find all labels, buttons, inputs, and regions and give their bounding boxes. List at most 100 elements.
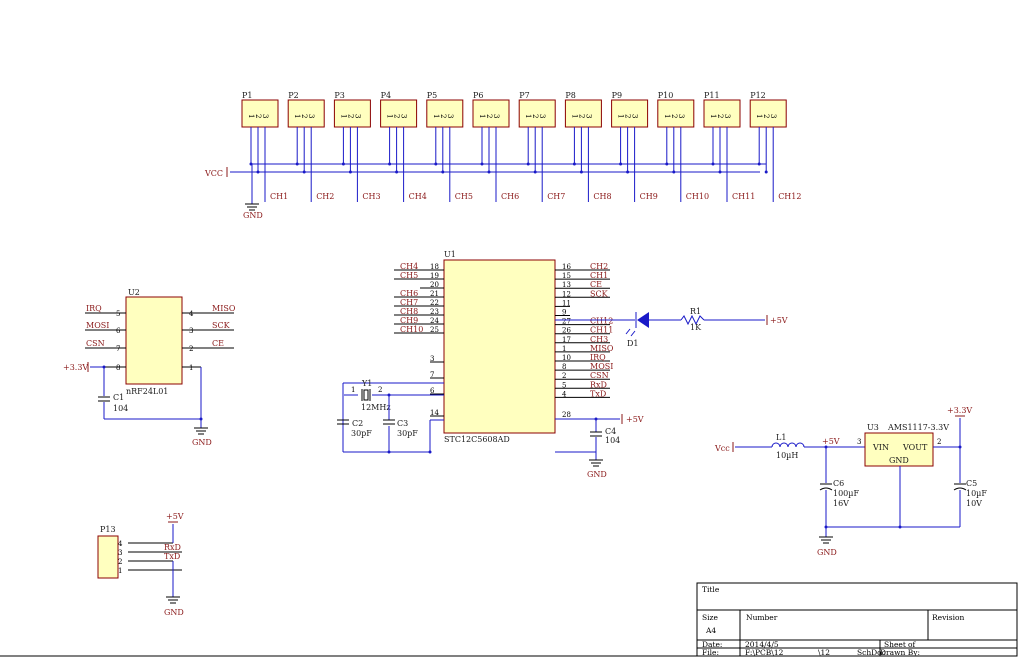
u1-left-net: CH5	[400, 271, 418, 280]
c2-value: 30pF	[351, 429, 372, 438]
c1-value: 104	[113, 404, 128, 413]
u1-right-pin-num: 11	[562, 299, 571, 307]
u1-right-pin-num: 13	[562, 281, 571, 289]
connector-pin-num: 1	[293, 114, 301, 118]
u1-right-net: MISO	[590, 344, 614, 353]
r1-value: 1K	[690, 323, 702, 332]
l1-value: 10µH	[776, 451, 798, 460]
c3-symbol	[383, 419, 395, 425]
c4-ref: C4	[605, 427, 616, 436]
u2-left-net: CSN	[86, 339, 105, 348]
u1-left-pin-num: 18	[430, 263, 439, 271]
c6-ref: C6	[833, 479, 844, 488]
d1-ref: D1	[627, 339, 639, 348]
junction	[824, 445, 828, 449]
connector-pin-num: 3	[492, 114, 500, 118]
u1-left-net: CH6	[400, 289, 418, 298]
c4-value: 104	[605, 436, 620, 445]
u2-left-net: MOSI	[86, 321, 109, 330]
u3-pin-out: 2	[937, 438, 941, 446]
junction	[764, 170, 768, 174]
gnd-label-u2: GND	[192, 438, 212, 447]
connector-row: P11 2 3CH1P21 2 3CH2P31 2 3CH3P41 2 3CH4P51 2 3CH5…	[241, 91, 801, 202]
junction	[387, 450, 391, 454]
u3-gnd: GND	[889, 456, 909, 465]
connector-pin-num: 3	[769, 114, 777, 118]
p13-body	[97, 535, 119, 579]
connector-ref: P4	[381, 91, 391, 100]
p13-pin-num: 1	[118, 567, 122, 575]
u1-right-net: CH3	[590, 335, 608, 344]
u1-body	[443, 259, 556, 434]
u1-right-net: CH12	[590, 317, 613, 326]
tb-file-label: File:	[702, 648, 719, 657]
connector-channel-label: CH5	[455, 192, 473, 201]
connector-channel-label: CH9	[640, 192, 658, 201]
connector-pin-num: 1	[755, 114, 763, 118]
r1-ref: R1	[690, 307, 701, 316]
junction	[102, 365, 106, 369]
u2-left-pin-num: 5	[116, 310, 120, 318]
connector-pin-num: 1	[247, 114, 255, 118]
u3-pin-in: 3	[857, 438, 861, 446]
gnd-symbol	[819, 536, 833, 544]
u1-right-net: CH1	[590, 271, 608, 280]
u3-vout: VOUT	[902, 443, 928, 452]
l1-ref: L1	[776, 433, 786, 442]
connector-channel-label: CH2	[316, 192, 334, 201]
gnd-label-p13: GND	[164, 608, 184, 617]
connector-channel-label: CH10	[686, 192, 709, 201]
u3-vin: VIN	[872, 443, 889, 452]
connector-ref: P8	[565, 91, 575, 100]
u1-right-pin-num: 27	[562, 318, 571, 326]
u2-right-pin-num: 1	[189, 364, 193, 372]
connector-pin-num: 2	[485, 114, 493, 118]
c1-ref: C1	[113, 393, 124, 402]
tb-size: A4	[705, 626, 716, 635]
p13-pin-num: 2	[118, 558, 122, 566]
connector-pin-num: 1	[570, 114, 578, 118]
connector-ref: P11	[704, 91, 720, 100]
tb-title: Title	[702, 585, 720, 594]
u2-left-pin-num: 8	[116, 364, 120, 372]
p5v-label-p13: +5V	[166, 512, 184, 521]
connector-channel-label: CH3	[362, 192, 380, 201]
connector-ref: P5	[427, 91, 437, 100]
c5-voltage: 10V	[966, 499, 982, 508]
gnd-label-u1: GND	[587, 470, 607, 479]
c3-ref: C3	[397, 419, 408, 428]
u1-left-pin-num: 23	[430, 308, 439, 316]
c3-value: 30pF	[397, 429, 418, 438]
tb-number-label: Number	[746, 613, 778, 622]
u1-left-net: CH9	[400, 316, 418, 325]
connector-pin-num: 1	[617, 114, 625, 118]
connector-channel-label: CH8	[593, 192, 611, 201]
u2-right-net: SCK	[212, 321, 231, 330]
y1-pin2: 2	[378, 386, 382, 394]
u1-right-pin-num: 8	[562, 363, 566, 371]
connector-channel-label: CH12	[778, 192, 801, 201]
u1-left-pin-num: 3	[430, 355, 434, 363]
vcc2-label: Vcc	[714, 444, 730, 453]
connector-ref: P10	[658, 91, 674, 100]
u3-part: AMS1117-3.3V	[887, 423, 949, 432]
u1-left-pin-num: 25	[430, 326, 439, 334]
u1-left-net: CH7	[400, 298, 418, 307]
u1-right-pin-num: 1	[562, 345, 566, 353]
tb-file2: \12	[818, 648, 830, 657]
junction	[428, 450, 432, 454]
gnd-symbol	[166, 596, 180, 604]
y1-pin1: 1	[351, 386, 355, 394]
u1-left-pin-num: 21	[430, 290, 439, 298]
u2-right-net: MISO	[212, 304, 236, 313]
u1-left-pin-num: 7	[430, 371, 434, 379]
connector-pin-num: 2	[716, 114, 724, 118]
junction	[898, 525, 902, 529]
gnd-symbol	[194, 427, 208, 435]
p13-ref: P13	[100, 525, 116, 534]
u1-part: STC12C5608AD	[444, 435, 510, 444]
gnd-label: GND	[243, 211, 263, 220]
u1-right-pin-num: 28	[562, 411, 571, 419]
connector-ref: P3	[334, 91, 344, 100]
y1-value: 12MHz	[361, 403, 391, 412]
